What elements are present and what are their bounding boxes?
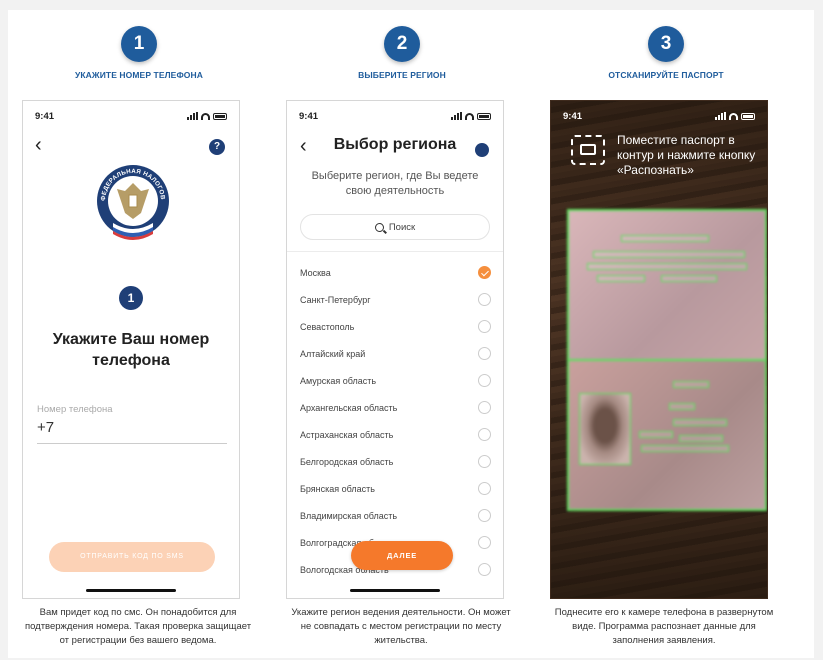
status-bar: 9:41 <box>35 111 227 123</box>
region-label: Владимирская область <box>300 510 398 521</box>
recognized-text-box <box>669 403 695 410</box>
passport-scan-icon <box>571 135 605 165</box>
step-badge: 1 <box>119 286 143 310</box>
battery-icon <box>213 113 227 120</box>
screen-heading: Укажите Ваш номер телефона <box>52 331 210 369</box>
phone-screen-2: 9:41 ‹ Выбор региона Выберите регион, гд… <box>286 100 504 599</box>
step-1-header: 1 УКАЖИТЕ НОМЕР ТЕЛЕФОНА <box>29 26 249 80</box>
help-icon[interactable]: ? <box>209 139 225 155</box>
region-item[interactable]: Москва <box>287 259 503 286</box>
status-bar: 9:41 <box>563 111 755 123</box>
wifi-icon <box>729 113 738 120</box>
recognized-text-box <box>593 251 745 258</box>
phone-field-label: Номер телефона <box>37 404 113 415</box>
screen-subtitle: Выберите регион, где Вы ведете свою деят… <box>311 170 479 197</box>
search-icon <box>374 222 384 232</box>
profile-dot-icon[interactable] <box>475 143 489 157</box>
radio-checked-icon[interactable] <box>478 266 491 279</box>
screen-title: Выбор региона <box>333 136 457 153</box>
wifi-icon <box>465 113 474 120</box>
phone-input[interactable] <box>37 419 227 444</box>
region-item[interactable]: Владимирская область <box>287 502 503 529</box>
tax-service-emblem-icon: ФЕДЕРАЛЬНАЯ НАЛОГОВАЯ СЛУЖБА <box>95 161 169 240</box>
phone-screen-1: 9:41 ‹ ? ФЕДЕРАЛЬНАЯ НАЛОГОВАЯ СЛУЖБА 1 … <box>22 100 240 599</box>
step-number: 2 <box>384 26 420 62</box>
radio-empty-icon[interactable] <box>478 401 491 414</box>
next-button[interactable]: ДАЛЕЕ <box>351 541 453 570</box>
home-indicator <box>86 589 176 592</box>
region-item[interactable]: Алтайский край <box>287 340 503 367</box>
step-1-caption: Вам придет код по смс. Он понадобится дл… <box>24 607 252 646</box>
step-3-caption: Поднесите его к камере телефона в развер… <box>554 607 774 646</box>
step-title: ОТСКАНИРУЙТЕ ПАСПОРТ <box>608 70 724 80</box>
battery-icon <box>477 113 491 120</box>
recognized-text-box <box>661 275 717 282</box>
region-label: Архангельская область <box>300 402 398 413</box>
recognized-text-box <box>641 445 729 452</box>
step-title: УКАЖИТЕ НОМЕР ТЕЛЕФОНА <box>75 70 203 80</box>
step-2-caption: Укажите регион ведения деятельности. Он … <box>291 607 511 646</box>
passport-bottom-page <box>569 361 765 509</box>
region-search-input[interactable]: Поиск <box>300 214 490 240</box>
region-label: Москва <box>300 267 331 278</box>
step-title: ВЫБЕРИТЕ РЕГИОН <box>358 70 446 80</box>
region-item[interactable]: Астраханская область <box>287 421 503 448</box>
step-number: 3 <box>648 26 684 62</box>
home-indicator <box>350 589 440 592</box>
region-item[interactable]: Санкт-Петербург <box>287 286 503 313</box>
step-number: 1 <box>121 26 157 62</box>
recognized-text-box <box>621 235 709 242</box>
passport-photo <box>579 393 631 465</box>
status-time: 9:41 <box>299 111 319 122</box>
region-label: Алтайский край <box>300 348 366 359</box>
region-label: Санкт-Петербург <box>300 294 371 305</box>
region-label: Амурская область <box>300 375 377 386</box>
region-label: Севастополь <box>300 321 355 332</box>
send-sms-code-button[interactable]: ОТПРАВИТЬ КОД ПО SMS <box>49 542 215 572</box>
wifi-icon <box>201 113 210 120</box>
recognized-text-box <box>597 275 645 282</box>
phone-screen-3-camera: 9:41 Поместите паспорт в контур и нажмит… <box>550 100 768 599</box>
recognized-text-box <box>587 263 747 270</box>
recognized-text-box <box>639 431 673 438</box>
radio-empty-icon[interactable] <box>478 455 491 468</box>
radio-empty-icon[interactable] <box>478 347 491 360</box>
radio-empty-icon[interactable] <box>478 293 491 306</box>
radio-empty-icon[interactable] <box>478 374 491 387</box>
status-time: 9:41 <box>563 111 583 122</box>
radio-empty-icon[interactable] <box>478 482 491 495</box>
recognized-text-box <box>673 419 727 426</box>
region-item[interactable]: Амурская область <box>287 367 503 394</box>
step-2-header: 2 ВЫБЕРИТЕ РЕГИОН <box>292 26 512 80</box>
region-list: Москва Санкт-Петербург Севастополь Алтайски… <box>287 259 503 583</box>
back-button[interactable]: ‹ <box>35 135 42 155</box>
radio-empty-icon[interactable] <box>478 536 491 549</box>
passport-top-page <box>569 211 765 361</box>
region-label: Брянская область <box>300 483 375 494</box>
scan-instruction: Поместите паспорт в контур и нажмите кно… <box>617 133 756 177</box>
signal-icon <box>451 112 462 120</box>
recognized-text-box <box>679 435 723 442</box>
region-item[interactable]: Брянская область <box>287 475 503 502</box>
region-item[interactable]: Севастополь <box>287 313 503 340</box>
radio-empty-icon[interactable] <box>478 509 491 522</box>
region-item[interactable]: Белгородская область <box>287 448 503 475</box>
radio-empty-icon[interactable] <box>478 428 491 441</box>
radio-empty-icon[interactable] <box>478 563 491 576</box>
status-time: 9:41 <box>35 111 55 122</box>
divider <box>287 251 503 252</box>
signal-icon <box>187 112 198 120</box>
region-item[interactable]: Архангельская область <box>287 394 503 421</box>
battery-icon <box>741 113 755 120</box>
recognized-text-box <box>673 381 709 388</box>
radio-empty-icon[interactable] <box>478 320 491 333</box>
region-label: Белгородская область <box>300 456 394 467</box>
status-bar: 9:41 <box>299 111 491 123</box>
passport-scan-frame <box>567 209 767 511</box>
search-placeholder: Поиск <box>388 221 416 233</box>
step-3-header: 3 ОТСКАНИРУЙТЕ ПАСПОРТ <box>556 26 776 80</box>
signal-icon <box>715 112 726 120</box>
region-label: Астраханская область <box>300 429 394 440</box>
